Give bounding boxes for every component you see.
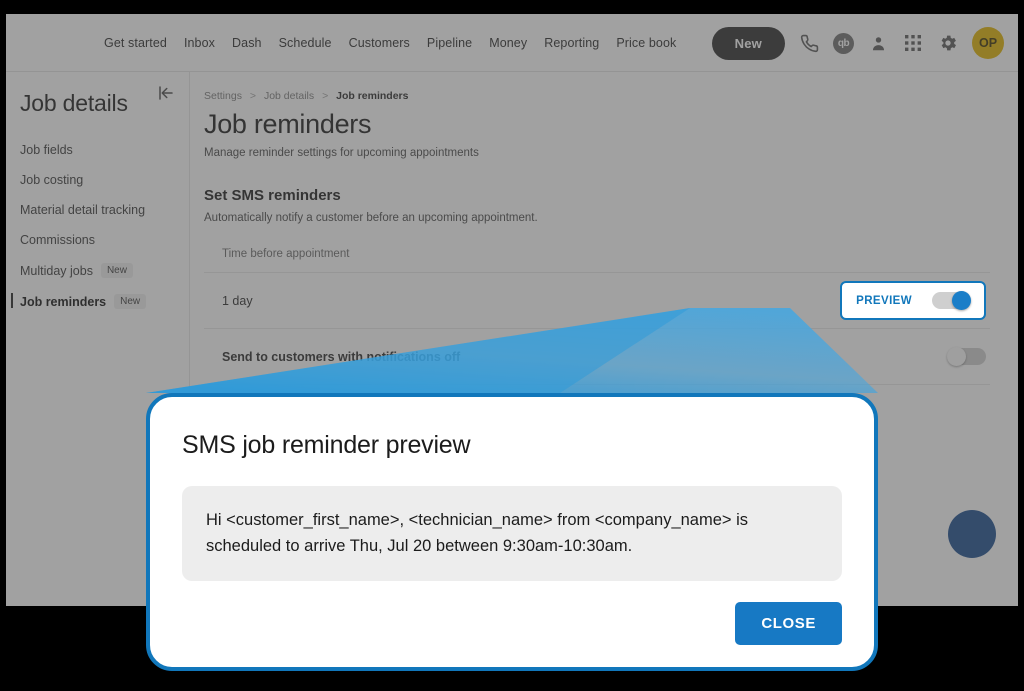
sidebar-item-commissions[interactable]: Commissions [20,225,189,255]
section-title: Set SMS reminders [204,187,341,205]
breadcrumb-item-settings[interactable]: Settings [204,90,242,102]
gear-icon[interactable] [937,32,959,54]
floating-action-button[interactable] [948,510,996,558]
section-subtitle: Automatically notify a customer before a… [204,212,538,225]
sms-reminder-toggle[interactable] [932,291,971,311]
avatar[interactable]: OP [972,27,1004,59]
modal-actions: CLOSE [182,602,842,646]
table-row: 1 day PREVIEW [204,273,990,330]
nav-link-reporting[interactable]: Reporting [544,36,599,50]
sidebar-item-label: Commissions [20,233,96,247]
apps-grid-icon[interactable] [902,32,924,54]
sidebar-item-job-costing[interactable]: Job costing [20,165,189,195]
sidebar-item-label: Multiday jobs [20,263,93,278]
collapse-sidebar-icon[interactable] [157,84,175,102]
reminder-settings-table: Time before appointment 1 day PREVIEW Se… [204,248,990,386]
toggle-knob [947,347,966,367]
person-icon[interactable] [867,32,889,54]
toggle-knob [952,291,971,311]
breadcrumb-separator: > [322,90,329,102]
nav-link-price-book[interactable]: Price book [616,36,676,50]
screenshot-root: Get started Inbox Dash Schedule Customer… [0,0,1024,691]
row-label-one-day: 1 day [222,293,253,308]
badge-new: New [100,263,133,278]
badge-new: New [114,294,147,309]
send-to-customers-toggle[interactable] [947,347,986,367]
preview-toggle-control[interactable]: PREVIEW [840,281,986,321]
nav-link-get-started[interactable]: Get started [104,36,167,50]
breadcrumb-item-job-reminders: Job reminders [336,90,409,102]
nav-link-dash[interactable]: Dash [232,36,262,50]
nav-right-controls: New qb OP [711,14,1004,72]
column-header-time-before-appointment: Time before appointment [204,248,990,274]
sidebar-item-job-fields[interactable]: Job fields [20,135,189,165]
sms-preview-modal: SMS job reminder preview Hi <customer_fi… [146,393,878,671]
nav-link-inbox[interactable]: Inbox [184,36,215,50]
sidebar-item-label: Job fields [20,143,73,157]
sidebar-item-material-detail-tracking[interactable]: Material detail tracking [20,195,189,225]
top-navigation-bar: Get started Inbox Dash Schedule Customer… [6,14,1018,72]
modal-message-preview: Hi <customer_first_name>, <technician_na… [182,486,842,582]
nav-link-schedule[interactable]: Schedule [279,36,332,50]
phone-icon[interactable] [798,32,820,54]
quickbooks-icon[interactable]: qb [833,32,854,54]
sidebar-item-label: Material detail tracking [20,203,146,217]
breadcrumb: Settings > Job details > Job reminders [204,90,990,102]
sidebar-item-label: Job costing [20,173,84,187]
page-subtitle: Manage reminder settings for upcoming ap… [204,147,479,160]
close-button[interactable]: CLOSE [735,602,842,646]
table-row: Send to customers with notifications off [204,329,990,386]
nav-link-pipeline[interactable]: Pipeline [427,36,472,50]
new-button[interactable]: New [711,26,785,60]
primary-nav-links: Get started Inbox Dash Schedule Customer… [104,36,676,50]
nav-link-money[interactable]: Money [489,36,527,50]
sidebar-item-job-reminders[interactable]: Job reminders New [11,286,189,317]
row-label-send-to-customers-notifications-off: Send to customers with notifications off [222,349,461,364]
nav-link-customers[interactable]: Customers [349,36,410,50]
sidebar-item-label: Job reminders [20,294,107,309]
breadcrumb-separator: > [249,90,257,102]
modal-title: SMS job reminder preview [182,431,471,459]
breadcrumb-item-job-details[interactable]: Job details [264,90,314,102]
preview-button-label: PREVIEW [856,294,912,307]
sidebar-item-multiday-jobs[interactable]: Multiday jobs New [20,255,189,286]
page-title: Job reminders [204,109,372,139]
